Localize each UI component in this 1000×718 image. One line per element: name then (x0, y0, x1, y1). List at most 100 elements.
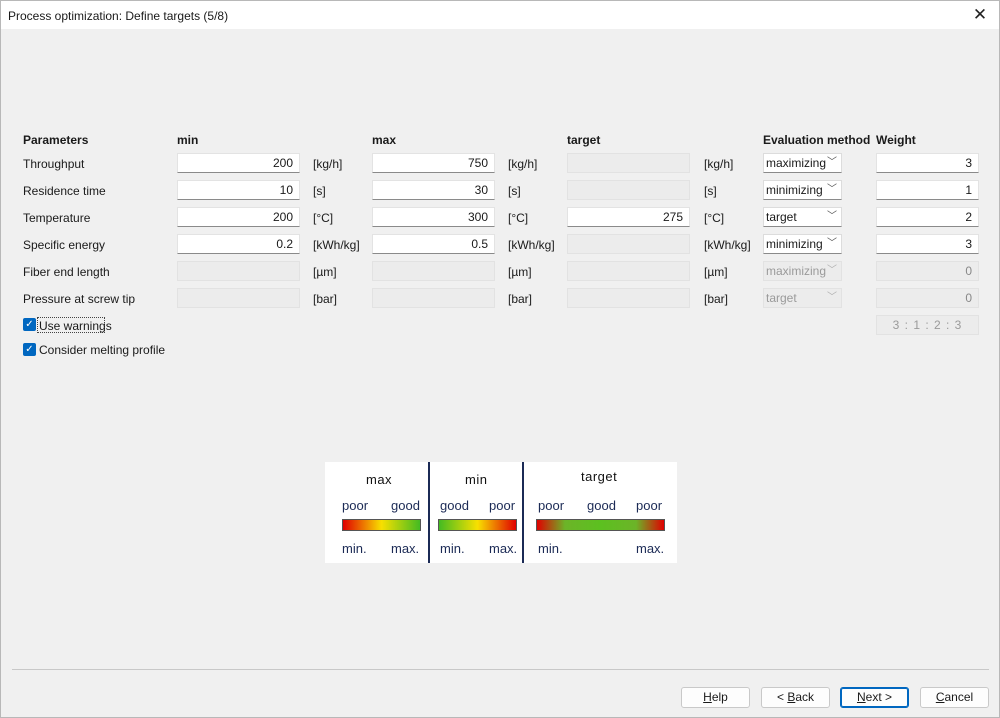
throughput-method-select[interactable]: maximizing ﹀ (763, 153, 842, 173)
legend-max-gradient (342, 519, 421, 531)
specific-energy-min-input[interactable]: 0.2 (177, 234, 300, 254)
header-min: min (177, 133, 199, 147)
chevron-down-icon: ﹀ (827, 157, 837, 168)
use-warnings-label[interactable]: Use warnings (39, 319, 112, 333)
throughput-max-input[interactable]: 750 (372, 153, 495, 173)
legend-divider (428, 462, 430, 563)
header-evaluation-method: Evaluation method (763, 133, 871, 147)
evaluation-legend: max poor good min. max. min good poor mi… (325, 462, 677, 563)
chevron-down-icon: ﹀ (827, 238, 837, 249)
residence-time-min-unit: [s] (313, 184, 326, 198)
specific-energy-method-value: minimizing (766, 237, 823, 251)
legend-divider (522, 462, 524, 563)
chevron-down-icon: ﹀ (827, 265, 837, 276)
chevron-down-icon: ﹀ (827, 292, 837, 303)
legend-min-title: min (465, 472, 488, 487)
row-label-residence-time: Residence time (23, 184, 106, 198)
pressure-max-unit: [bar] (508, 292, 533, 306)
fiber-end-length-weight-input: 0 (876, 261, 979, 281)
throughput-min-unit: [kg/h] (313, 157, 343, 171)
legend-target-gradient (536, 519, 665, 531)
footer-separator (12, 669, 989, 670)
specific-energy-method-select[interactable]: minimizing ﹀ (763, 234, 842, 254)
fiber-end-length-min-input (177, 261, 300, 281)
row-label-fiber-end-length: Fiber end length (23, 265, 110, 279)
temperature-method-value: target (766, 210, 797, 224)
residence-time-method-value: minimizing (766, 183, 823, 197)
pressure-target-unit: [bar] (704, 292, 729, 306)
row-label-throughput: Throughput (23, 157, 85, 171)
residence-time-target-unit: [s] (704, 184, 717, 198)
dialog-window: Process optimization: Define targets (5/… (0, 0, 1000, 718)
temperature-max-input[interactable]: 300 (372, 207, 495, 227)
weight-ratio-display: 3 : 1 : 2 : 3 (876, 315, 979, 335)
help-button[interactable]: Help (681, 687, 750, 708)
pressure-min-unit: [bar] (313, 292, 338, 306)
specific-energy-weight-input[interactable]: 3 (876, 234, 979, 254)
legend-min-left: good (440, 498, 469, 513)
use-warnings-checkbox[interactable]: ✓ (23, 318, 36, 331)
chevron-down-icon: ﹀ (827, 184, 837, 195)
fiber-end-length-max-input (372, 261, 495, 281)
legend-target-right: poor (636, 498, 663, 513)
residence-time-max-input[interactable]: 30 (372, 180, 495, 200)
consider-melting-profile-label[interactable]: Consider melting profile (39, 343, 165, 357)
temperature-min-unit: [°C] (313, 211, 334, 225)
row-label-pressure-at-screw-tip: Pressure at screw tip (23, 292, 136, 306)
legend-target-center: good (587, 498, 616, 513)
legend-max-high: max. (391, 541, 420, 556)
row-label-specific-energy: Specific energy (23, 238, 106, 252)
legend-max-left: poor (342, 498, 369, 513)
temperature-target-input[interactable]: 275 (567, 207, 690, 227)
legend-target-low: min. (538, 541, 563, 556)
throughput-min-input[interactable]: 200 (177, 153, 300, 173)
header-parameters: Parameters (23, 133, 89, 147)
temperature-target-unit: [°C] (704, 211, 725, 225)
legend-target-left: poor (538, 498, 565, 513)
pressure-min-input (177, 288, 300, 308)
legend-target-high: max. (636, 541, 665, 556)
fiber-end-length-min-unit: [µm] (313, 265, 337, 279)
pressure-target-input (567, 288, 690, 308)
fiber-end-length-target-unit: [µm] (704, 265, 728, 279)
specific-energy-target-unit: [kWh/kg] (704, 238, 751, 252)
temperature-weight-input[interactable]: 2 (876, 207, 979, 227)
legend-min-high: max. (489, 541, 518, 556)
fiber-end-length-target-input (567, 261, 690, 281)
specific-energy-max-unit: [kWh/kg] (508, 238, 555, 252)
temperature-min-input[interactable]: 200 (177, 207, 300, 227)
specific-energy-min-unit: [kWh/kg] (313, 238, 360, 252)
close-icon[interactable]: ✕ (969, 4, 991, 26)
next-button[interactable]: Next > (840, 687, 909, 708)
throughput-max-unit: [kg/h] (508, 157, 538, 171)
throughput-method-value: maximizing (766, 156, 827, 170)
back-button[interactable]: < Back (761, 687, 830, 708)
legend-min-gradient (438, 519, 517, 531)
header-target: target (567, 133, 601, 147)
fiber-end-length-method-value: maximizing (766, 264, 827, 278)
residence-time-max-unit: [s] (508, 184, 521, 198)
legend-max-low: min. (342, 541, 367, 556)
legend-max-title: max (366, 472, 393, 487)
legend-max-right: good (391, 498, 420, 513)
title-bar: Process optimization: Define targets (5/… (1, 1, 999, 29)
residence-time-weight-input[interactable]: 1 (876, 180, 979, 200)
residence-time-min-input[interactable]: 10 (177, 180, 300, 200)
consider-melting-profile-checkbox[interactable]: ✓ (23, 343, 36, 356)
header-max: max (372, 133, 397, 147)
specific-energy-max-input[interactable]: 0.5 (372, 234, 495, 254)
legend-min-low: min. (440, 541, 465, 556)
pressure-weight-input: 0 (876, 288, 979, 308)
window-title: Process optimization: Define targets (5/… (8, 9, 229, 23)
chevron-down-icon: ﹀ (827, 211, 837, 222)
throughput-target-unit: [kg/h] (704, 157, 734, 171)
header-weight: Weight (876, 133, 916, 147)
residence-time-method-select[interactable]: minimizing ﹀ (763, 180, 842, 200)
residence-time-target-input (567, 180, 690, 200)
temperature-method-select[interactable]: target ﹀ (763, 207, 842, 227)
cancel-button[interactable]: Cancel (920, 687, 989, 708)
throughput-weight-input[interactable]: 3 (876, 153, 979, 173)
specific-energy-target-input (567, 234, 690, 254)
fiber-end-length-method-select: maximizing ﹀ (763, 261, 842, 281)
fiber-end-length-max-unit: [µm] (508, 265, 532, 279)
